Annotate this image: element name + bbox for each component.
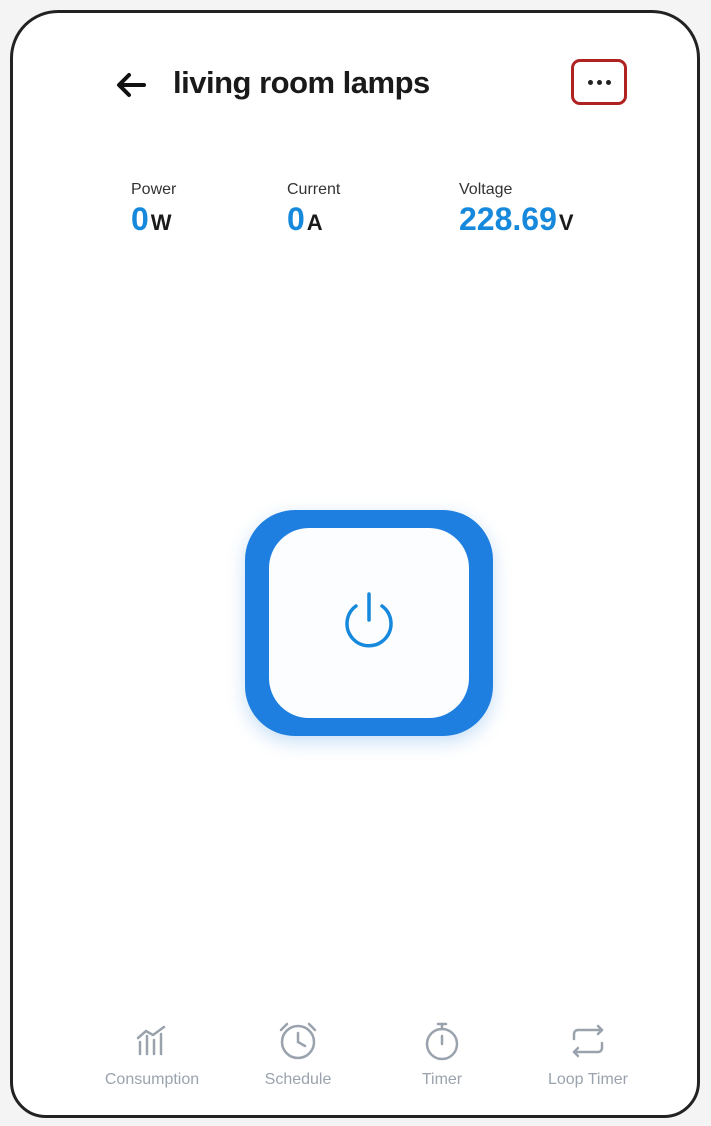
loop-icon: [513, 1021, 663, 1061]
nav-loop-timer-label: Loop Timer: [547, 1071, 629, 1088]
nav-consumption-label: Consumption: [104, 1071, 200, 1088]
power-button-face: [269, 528, 469, 718]
current-value: 0: [287, 201, 305, 237]
nav-timer[interactable]: Timer: [367, 1021, 517, 1089]
current-unit: A: [306, 210, 323, 235]
stopwatch-icon: [367, 1021, 517, 1061]
voltage-unit: V: [558, 210, 574, 235]
nav-schedule[interactable]: Schedule: [223, 1021, 373, 1089]
nav-consumption[interactable]: Consumption: [77, 1021, 227, 1089]
arrow-left-icon: [115, 71, 147, 104]
power-icon: [334, 586, 404, 661]
nav-loop-timer[interactable]: Loop Timer: [513, 1021, 663, 1089]
back-button[interactable]: [111, 67, 151, 107]
nav-timer-label: Timer: [421, 1071, 463, 1088]
bottom-navigation: Consumption Schedule Timer Loop Timer: [13, 1005, 697, 1115]
power-toggle-button[interactable]: [245, 510, 493, 736]
more-dot: [605, 79, 611, 85]
more-dot: [596, 79, 602, 85]
chart-icon: [77, 1021, 227, 1061]
power-unit: W: [150, 210, 172, 235]
page-title: living room lamps: [173, 65, 430, 100]
current-metric: Current 0A: [287, 181, 340, 238]
device-screen: living room lamps Power 0W Current 0A Vo…: [10, 10, 700, 1118]
header-bar: living room lamps: [13, 13, 697, 163]
more-dots-icon: [587, 79, 593, 85]
power-value: 0: [131, 201, 149, 237]
alarm-clock-icon: [223, 1021, 373, 1061]
more-options-button[interactable]: [571, 59, 627, 105]
voltage-label: Voltage: [459, 181, 513, 198]
current-label: Current: [287, 181, 341, 198]
power-label: Power: [131, 181, 177, 198]
voltage-metric: Voltage 228.69V: [459, 181, 574, 238]
nav-schedule-label: Schedule: [264, 1071, 332, 1088]
power-metric: Power 0W: [131, 181, 176, 238]
voltage-value: 228.69: [459, 201, 557, 237]
